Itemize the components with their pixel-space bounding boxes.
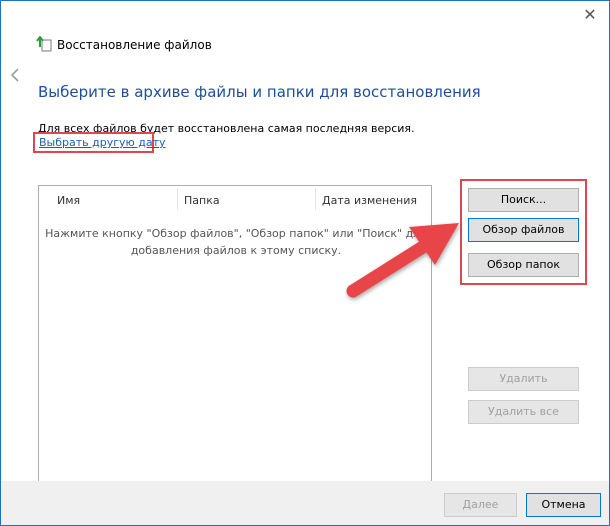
- footer-bar: Далее Отмена: [1, 481, 609, 525]
- column-separator: [177, 188, 178, 210]
- column-header-folder[interactable]: Папка: [184, 194, 220, 207]
- remove-button[interactable]: Удалить: [468, 367, 579, 391]
- page-heading: Выберите в архиве файлы и папки для восс…: [38, 83, 481, 101]
- remove-all-button[interactable]: Удалить все: [468, 400, 579, 424]
- cancel-button[interactable]: Отмена: [526, 493, 601, 517]
- title-bar: ✕: [1, 1, 609, 32]
- close-icon[interactable]: ✕: [575, 3, 605, 27]
- nav-bar: Восстановление файлов: [1, 32, 609, 82]
- column-header-name[interactable]: Имя: [57, 194, 80, 207]
- restore-files-window: ✕ Восстановление файлов Выберите в архив…: [0, 0, 610, 526]
- red-arrow-icon: [346, 223, 459, 298]
- column-separator: [315, 188, 316, 210]
- file-restore-icon: [36, 35, 52, 52]
- choose-another-date-link[interactable]: Выбрать другую дату: [37, 135, 168, 150]
- back-arrow-icon[interactable]: [9, 66, 23, 84]
- buttons-highlight-box: [460, 179, 587, 285]
- next-button[interactable]: Далее: [444, 493, 517, 517]
- column-header-date[interactable]: Дата изменения: [322, 194, 417, 207]
- window-title: Восстановление файлов: [57, 38, 212, 52]
